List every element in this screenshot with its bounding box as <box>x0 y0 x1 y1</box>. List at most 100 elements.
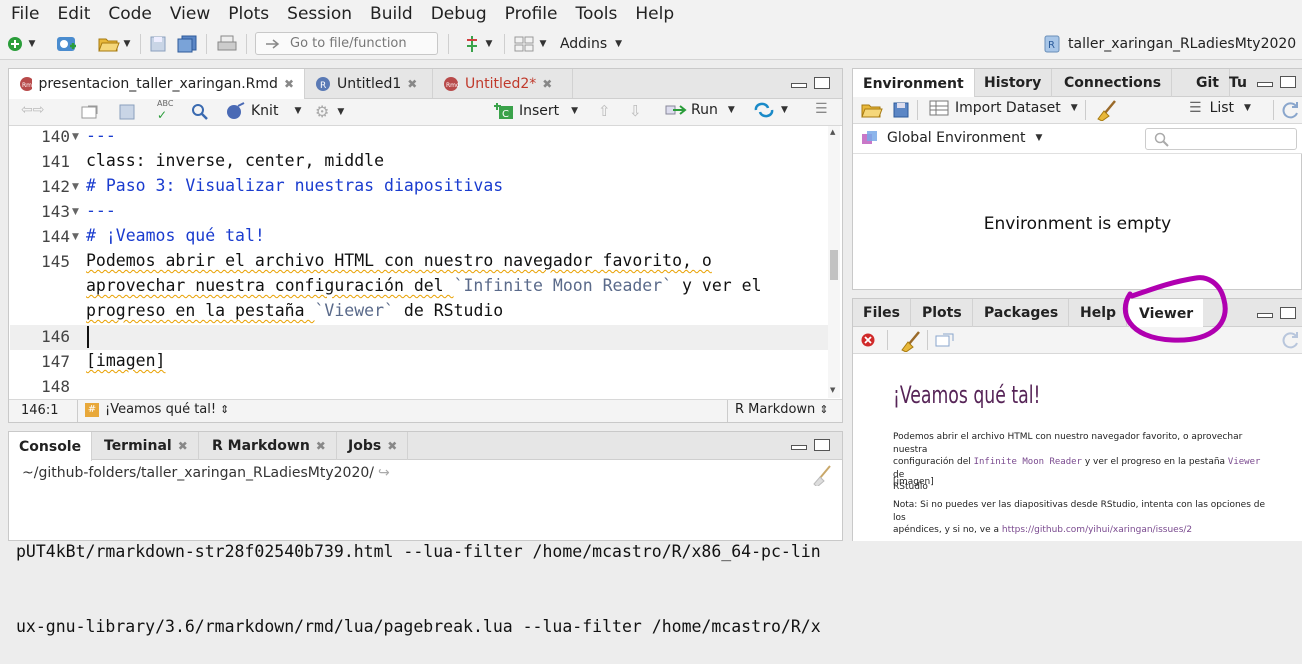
save-all-button[interactable] <box>176 33 198 55</box>
save-button[interactable] <box>148 33 168 55</box>
tab-environment[interactable]: Environment <box>853 69 975 98</box>
slide-paragraph: [imagen] <box>893 477 934 487</box>
tab-presentacion[interactable]: Rmd presentacion_taller_xaringan.Rmd ✖ <box>9 69 305 99</box>
editor-scrollbar[interactable]: ▲ ▼ <box>828 126 840 398</box>
remove-icon[interactable] <box>861 333 875 347</box>
back-forward-icon[interactable]: ⇦⇨ <box>21 102 44 118</box>
run-button[interactable]: Run ▼ <box>665 102 735 118</box>
menu-tools[interactable]: Tools <box>566 0 626 28</box>
console-output[interactable]: pUT4kBt/rmarkdown-str28f02540b739.html -… <box>16 489 821 664</box>
tab-plots[interactable]: Plots <box>912 299 973 327</box>
r-project-icon: R <box>1044 35 1060 53</box>
console-line: ux-gnu-library/3.6/rmarkdown/rmd/lua/pag… <box>16 617 821 636</box>
close-icon[interactable]: ✖ <box>387 439 397 453</box>
print-button[interactable] <box>216 33 238 55</box>
broom-icon[interactable] <box>899 330 921 352</box>
refresh-icon[interactable] <box>1281 331 1301 349</box>
close-icon[interactable]: ✖ <box>284 77 294 91</box>
code-editor[interactable]: 140 ▼ --- 141 class: inverse, center, mi… <box>10 126 840 398</box>
open-file-button[interactable]: ▼ <box>94 33 134 55</box>
menu-view[interactable]: View <box>161 0 219 28</box>
import-dataset-button[interactable]: Import Dataset ▼ <box>929 100 1078 116</box>
tab-tutorial[interactable]: Tu <box>1219 69 1257 97</box>
close-icon[interactable]: ✖ <box>542 77 552 91</box>
scrollbar-thumb[interactable] <box>830 250 838 280</box>
knit-label: Knit <box>251 103 279 119</box>
scroll-up-icon[interactable]: ▲ <box>830 128 835 136</box>
insert-chunk-button[interactable]: C Insert ▼ <box>493 102 578 120</box>
project-menu[interactable]: R taller_xaringan_RLadiesMty2020 <box>1042 33 1300 55</box>
menu-session[interactable]: Session <box>278 0 361 28</box>
tab-untitled2[interactable]: Rmd Untitled2* ✖ <box>433 69 573 98</box>
section-navigator[interactable]: # ¡Veamos qué tal! ⇕ <box>85 402 229 417</box>
broom-icon[interactable] <box>1095 99 1117 121</box>
slide-link[interactable]: https://github.com/yihui/xaringan/issues… <box>1002 525 1192 535</box>
spellcheck-icon[interactable]: ABC ✓ <box>157 99 173 122</box>
minimize-pane-button[interactable] <box>791 445 807 450</box>
tab-label: Untitled2* <box>465 75 537 92</box>
refresh-icon[interactable] <box>1281 101 1301 119</box>
minimize-pane-button[interactable] <box>791 83 807 88</box>
menu-profile[interactable]: Profile <box>496 0 567 28</box>
save-icon[interactable] <box>119 104 135 120</box>
tab-console[interactable]: Console <box>9 432 93 461</box>
new-file-button[interactable]: ▼ <box>4 33 38 55</box>
tab-history[interactable]: History <box>974 69 1053 97</box>
go-to-file-input[interactable]: Go to file/function <box>255 32 438 55</box>
menu-help[interactable]: Help <box>626 0 683 28</box>
file-type-menu[interactable]: R Markdown ⇕ <box>735 402 829 417</box>
chunk-down-icon[interactable]: ⇩ <box>629 102 642 120</box>
version-control-button[interactable]: ▼ <box>458 33 498 55</box>
search-icon[interactable] <box>191 103 209 121</box>
close-icon[interactable]: ✖ <box>407 77 417 91</box>
rmd-file-icon: Rmd <box>20 77 33 91</box>
tab-packages[interactable]: Packages <box>974 299 1070 327</box>
show-in-window-icon[interactable] <box>81 104 99 120</box>
rerun-menu[interactable]: ▼ <box>753 102 788 118</box>
menu-file[interactable]: File <box>2 0 48 28</box>
show-in-window-icon[interactable] <box>935 333 955 347</box>
tab-terminal[interactable]: Terminal ✖ <box>94 432 199 460</box>
menu-plots[interactable]: Plots <box>219 0 278 28</box>
close-icon[interactable]: ✖ <box>178 439 188 453</box>
tab-label: History <box>984 75 1042 91</box>
new-project-button[interactable] <box>54 33 80 55</box>
menu-build[interactable]: Build <box>361 0 422 28</box>
scroll-down-icon[interactable]: ▼ <box>830 386 835 394</box>
pane-layout-button[interactable]: ▼ <box>510 33 550 55</box>
save-icon[interactable] <box>893 102 909 118</box>
knit-button[interactable]: Knit ▼ <box>225 102 301 120</box>
settings-menu[interactable]: ⚙ ▼ <box>315 102 344 121</box>
maximize-pane-button[interactable] <box>814 77 830 89</box>
minimize-pane-button[interactable] <box>1257 82 1273 87</box>
tab-connections[interactable]: Connections <box>1054 69 1173 97</box>
global-environment-menu[interactable]: Global Environment ▼ <box>861 129 1042 147</box>
menu-debug[interactable]: Debug <box>422 0 496 28</box>
maximize-pane-button[interactable] <box>814 439 830 451</box>
tab-rmarkdown[interactable]: R Markdown ✖ <box>202 432 337 460</box>
menu-code[interactable]: Code <box>99 0 161 28</box>
minimize-pane-button[interactable] <box>1257 313 1273 318</box>
fold-arrow-icon[interactable]: ▼ <box>72 182 79 192</box>
fold-arrow-icon[interactable]: ▼ <box>72 207 79 217</box>
maximize-pane-button[interactable] <box>1280 76 1296 88</box>
tab-jobs[interactable]: Jobs ✖ <box>338 432 409 460</box>
code-line: [imagen] <box>86 351 166 370</box>
menu-edit[interactable]: Edit <box>48 0 99 28</box>
code-line: class: inverse, center, middle <box>86 151 385 170</box>
fold-arrow-icon[interactable]: ▼ <box>72 132 79 142</box>
close-icon[interactable]: ✖ <box>316 439 326 453</box>
fold-arrow-icon[interactable]: ▼ <box>72 232 79 242</box>
view-mode-menu[interactable]: ☰ List ▼ <box>1189 100 1251 116</box>
broom-icon[interactable] <box>810 464 834 486</box>
goto-dir-icon[interactable]: ↪ <box>378 465 390 481</box>
outline-icon[interactable]: ☰ <box>815 101 828 117</box>
tab-untitled1[interactable]: R Untitled1 ✖ <box>305 69 433 98</box>
tab-files[interactable]: Files <box>853 299 911 327</box>
folder-open-icon[interactable] <box>861 101 883 119</box>
environment-search-input[interactable] <box>1145 128 1297 150</box>
chunk-up-icon[interactable]: ⇧ <box>598 102 611 120</box>
addins-menu[interactable]: Addins ▼ <box>556 33 626 55</box>
maximize-pane-button[interactable] <box>1280 307 1296 319</box>
hash-icon: # <box>85 402 99 417</box>
